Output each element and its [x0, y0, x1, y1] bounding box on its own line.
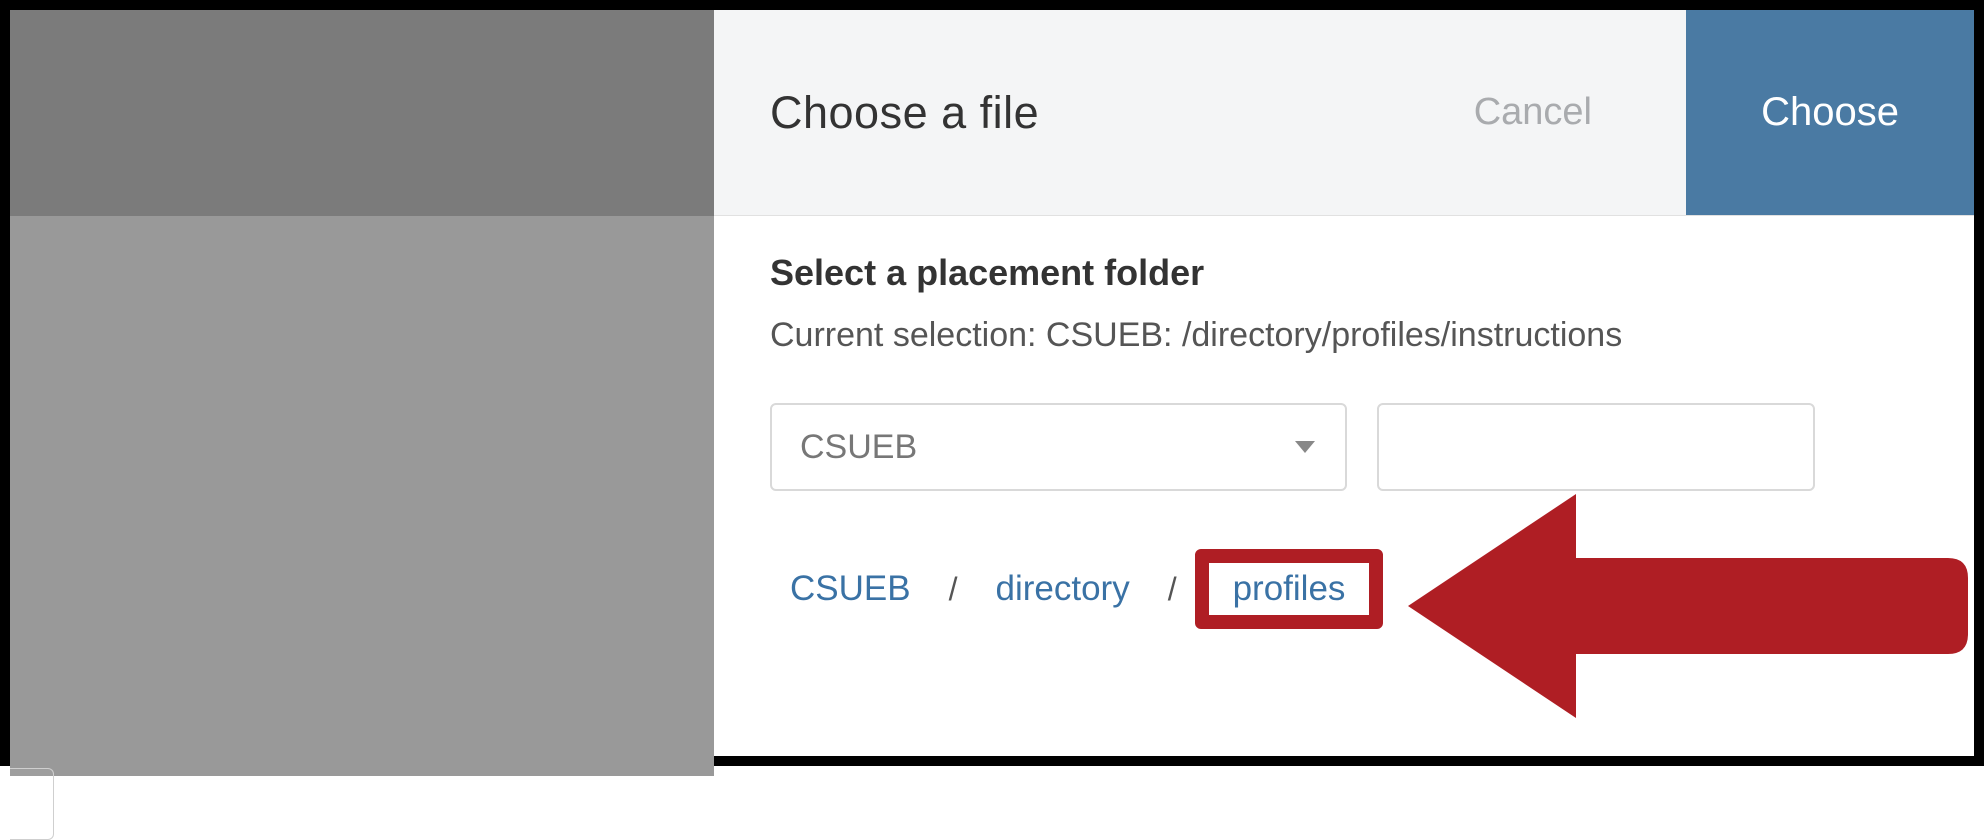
breadcrumb-link-directory[interactable]: directory: [975, 555, 1149, 623]
current-selection-prefix: Current selection:: [770, 316, 1046, 354]
file-chooser-panel: Choose a file Cancel Choose Select a pla…: [714, 10, 1974, 756]
breadcrumb-link-profiles[interactable]: profiles: [1225, 565, 1354, 612]
modal-backdrop-bottom: [10, 216, 714, 776]
dropdown-value: CSUEB: [800, 428, 917, 467]
controls-row: CSUEB: [770, 403, 1914, 491]
cancel-button[interactable]: Cancel: [1454, 10, 1612, 215]
panel-title: Choose a file: [770, 87, 1039, 139]
current-selection-value: CSUEB: /directory/profiles/instructions: [1046, 316, 1622, 354]
search-input[interactable]: [1377, 403, 1815, 491]
annotation-highlight-box: profiles: [1195, 549, 1384, 629]
breadcrumb-link-csueb[interactable]: CSUEB: [770, 555, 931, 623]
current-selection-text: Current selection: CSUEB: /directory/pro…: [770, 316, 1914, 355]
panel-header: Choose a file Cancel Choose: [714, 10, 1974, 216]
choose-button[interactable]: Choose: [1686, 10, 1974, 215]
breadcrumb: CSUEB / directory / profiles: [770, 549, 1914, 629]
modal-backdrop-top: [10, 10, 714, 216]
breadcrumb-separator: /: [949, 571, 958, 608]
site-dropdown[interactable]: CSUEB: [770, 403, 1347, 491]
subheading: Select a placement folder: [770, 252, 1914, 294]
background-element: [10, 768, 54, 840]
breadcrumb-separator: /: [1168, 571, 1177, 608]
chevron-down-icon: [1295, 441, 1315, 453]
panel-body: Select a placement folder Current select…: [714, 216, 1974, 629]
